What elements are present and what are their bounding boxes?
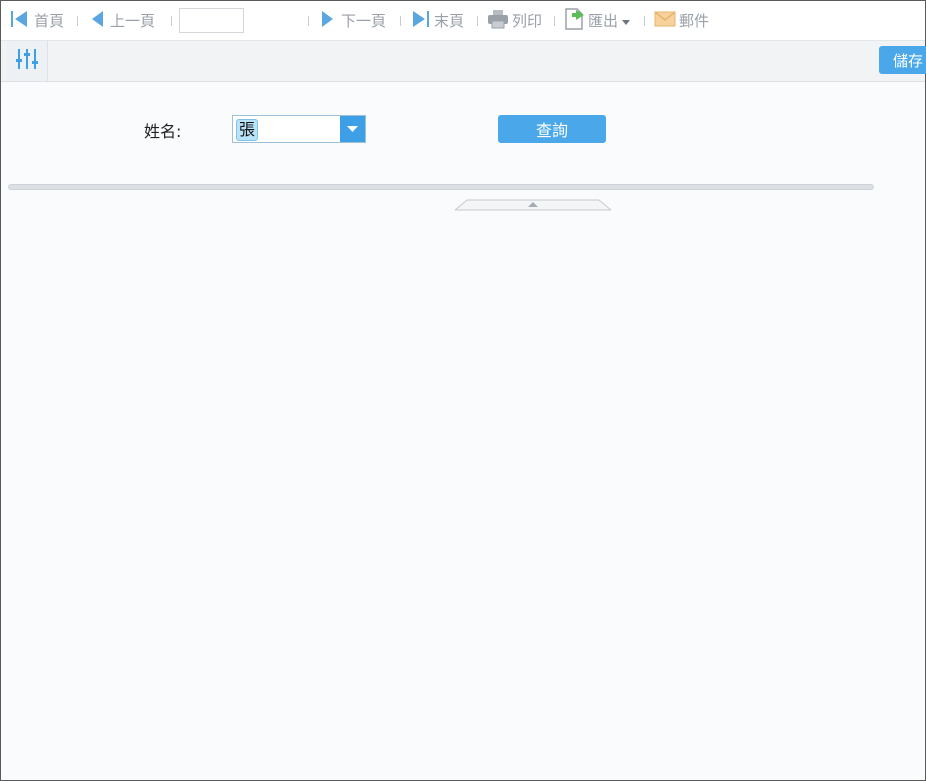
toolbar-separator — [554, 16, 555, 26]
print-button[interactable]: 列印 — [487, 1, 542, 40]
page-number-input[interactable] — [179, 8, 244, 33]
query-button[interactable]: 查詢 — [498, 115, 606, 143]
name-label: 姓名: — [144, 122, 182, 141]
last-page-label: 末頁 — [434, 12, 465, 30]
last-page-button[interactable]: 末頁 — [412, 1, 464, 40]
dropdown-caret-icon — [622, 12, 631, 30]
print-label: 列印 — [512, 12, 543, 30]
prev-page-button[interactable]: 上一頁 — [90, 1, 155, 40]
next-page-label: 下一頁 — [341, 12, 387, 30]
email-button[interactable]: 郵件 — [654, 1, 709, 40]
next-page-icon — [321, 10, 335, 32]
first-page-label: 首頁 — [34, 12, 65, 30]
first-page-button[interactable]: 首頁 — [10, 1, 64, 40]
email-label: 郵件 — [679, 12, 710, 30]
first-page-icon — [10, 10, 30, 32]
report-viewer: 首頁 上一頁 下一頁 末頁 列印 匯出 郵件 姓名: 張 查詢 — [0, 0, 926, 781]
last-page-icon — [412, 10, 432, 32]
combo-arrow-icon[interactable] — [340, 116, 365, 142]
export-icon — [564, 7, 586, 35]
toolbar-separator — [477, 16, 478, 26]
parameter-bar — [1, 41, 925, 82]
toolbar-separator — [171, 16, 172, 26]
email-icon — [654, 10, 676, 31]
parameter-settings-icon — [15, 47, 39, 75]
collapse-toggle-icon[interactable] — [453, 196, 613, 211]
export-button[interactable]: 匯出 — [564, 1, 631, 40]
parameter-panel-divider — [8, 184, 874, 190]
toolbar-separator — [77, 16, 78, 26]
toolbar-separator — [644, 16, 645, 26]
prev-page-label: 上一頁 — [110, 12, 156, 30]
print-icon — [487, 9, 509, 33]
toolbar-separator — [308, 16, 309, 26]
name-combobox-value[interactable]: 張 — [236, 119, 259, 141]
toolbar-separator — [400, 16, 401, 26]
next-page-button[interactable]: 下一頁 — [321, 1, 386, 40]
report-toolbar: 首頁 上一頁 下一頁 末頁 列印 匯出 郵件 — [1, 1, 925, 41]
prev-page-icon — [90, 10, 104, 32]
name-combobox[interactable]: 張 — [232, 115, 366, 143]
parameter-settings-button[interactable] — [7, 41, 48, 81]
export-label: 匯出 — [588, 12, 619, 30]
save-button[interactable]: 儲存 — [879, 46, 926, 74]
